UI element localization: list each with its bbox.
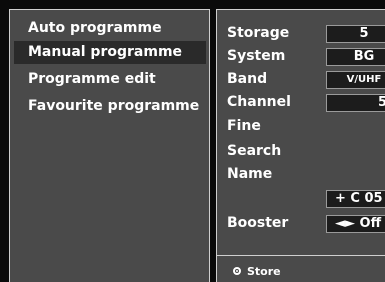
booster-label: Booster — [227, 215, 289, 231]
channel-value[interactable]: 5 — [326, 94, 385, 112]
fine-label[interactable]: Fine — [227, 116, 261, 136]
programme-menu: Auto programme Manual programme Programm… — [9, 9, 210, 282]
storage-value[interactable]: 5 — [326, 25, 385, 43]
store-label: Store — [247, 264, 281, 278]
store-button[interactable]: Store — [233, 263, 281, 279]
menu-item-manual-programme[interactable]: Manual programme — [14, 41, 206, 64]
system-label: System — [227, 48, 286, 64]
manual-programme-panel: Storage 5 System BG Band V/UHF Channel 5… — [216, 9, 385, 282]
footer-divider — [217, 255, 385, 256]
name-label: Name — [227, 166, 273, 182]
osd-screen: Auto programme Manual programme Programm… — [0, 0, 385, 282]
menu-item-programme-edit[interactable]: Programme edit — [14, 68, 206, 91]
system-value[interactable]: BG — [326, 48, 385, 66]
menu-item-auto-programme[interactable]: Auto programme — [14, 17, 206, 40]
ok-button-icon — [233, 267, 241, 275]
menu-item-favourite-programme[interactable]: Favourite programme — [14, 95, 206, 118]
name-value[interactable]: + C 05 — [326, 190, 385, 208]
band-value[interactable]: V/UHF — [326, 71, 385, 89]
storage-label: Storage — [227, 25, 290, 41]
channel-label: Channel — [227, 94, 291, 110]
booster-value[interactable]: ◄► Off — [326, 215, 385, 233]
search-label[interactable]: Search — [227, 141, 281, 161]
band-label: Band — [227, 71, 268, 87]
